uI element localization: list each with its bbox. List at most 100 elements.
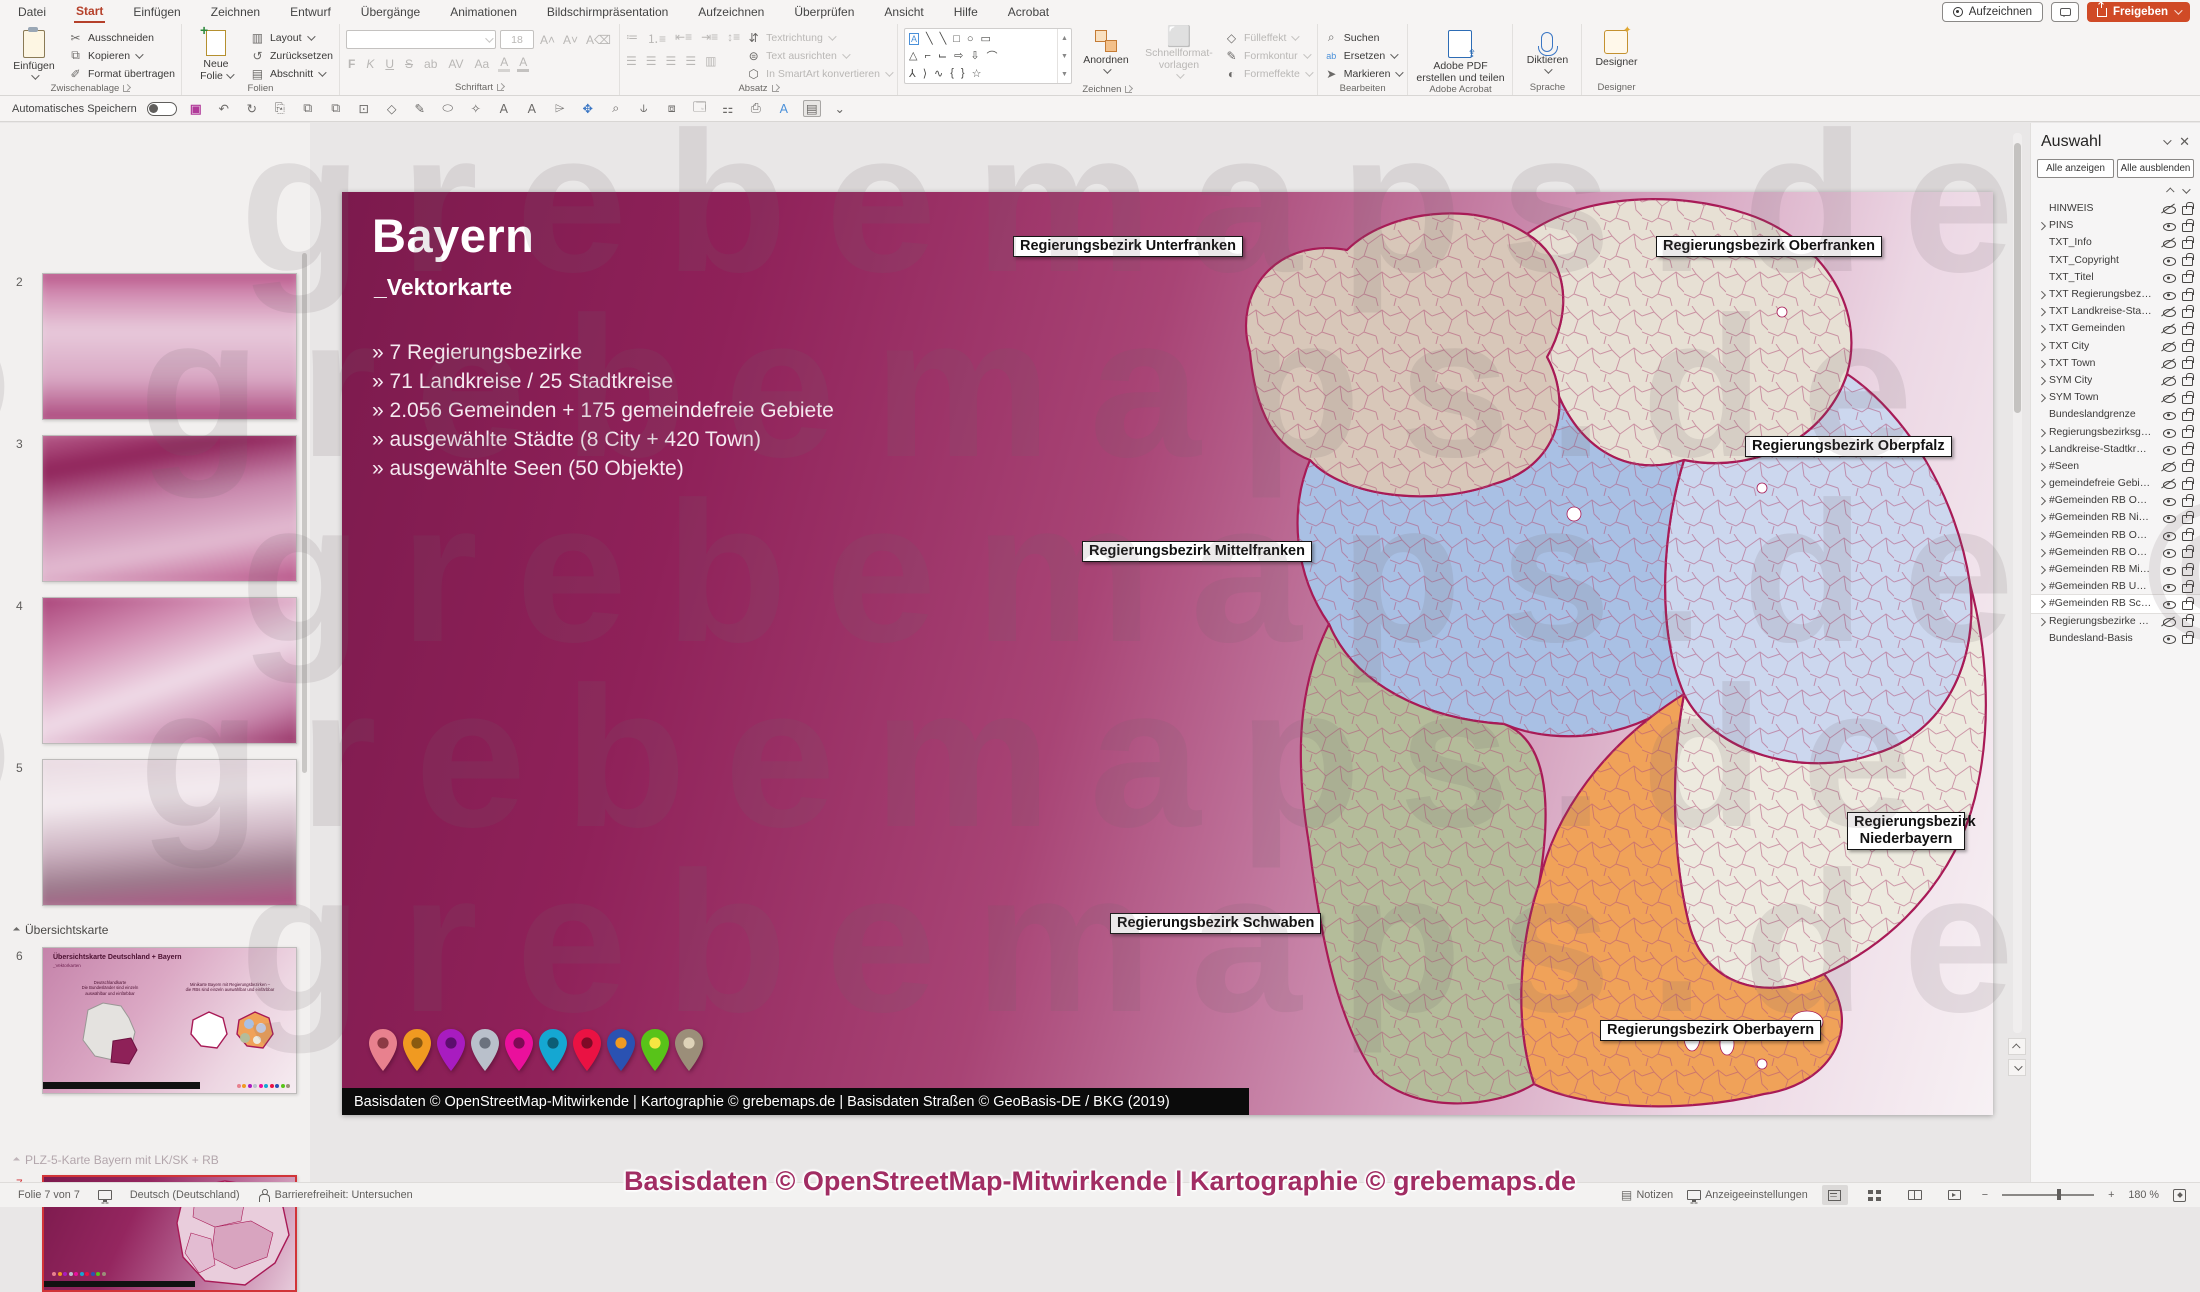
zoom-in-button[interactable]: +	[2108, 1189, 2114, 1201]
lock-open-icon[interactable]	[2182, 356, 2194, 370]
layer-row[interactable]: TXT Landkreise-Stadtkreise	[2031, 303, 2200, 320]
layer-row[interactable]: #Gemeinden RB Unterfrank...	[2031, 578, 2200, 595]
layer-row[interactable]: #Gemeinden RB Oberpfalz	[2031, 527, 2200, 544]
slide-thumbnail-4[interactable]	[42, 597, 297, 744]
expand-chevron-icon[interactable]	[2036, 271, 2049, 284]
zoom-slider-handle[interactable]	[2057, 1189, 2061, 1200]
close-icon[interactable]: ✕	[2179, 134, 2190, 150]
layer-row[interactable]: #Gemeinden RB Schwaben	[2031, 595, 2200, 612]
autosave-toggle[interactable]	[147, 102, 177, 116]
slide-title[interactable]: Bayern	[372, 208, 534, 263]
lock-open-icon[interactable]	[2182, 408, 2194, 422]
layer-row[interactable]: SYM City	[2031, 372, 2200, 389]
reading-view-button[interactable]	[1902, 1185, 1928, 1205]
visibility-eye-icon[interactable]	[2161, 202, 2176, 215]
expand-chevron-icon[interactable]	[2036, 563, 2049, 576]
bullet-item[interactable]: » 7 Regierungsbezirke	[372, 338, 834, 367]
previous-slide-button[interactable]	[2008, 1038, 2026, 1055]
lock-open-icon[interactable]	[2182, 202, 2194, 216]
visibility-eye-icon[interactable]	[2161, 271, 2176, 284]
label-oberpfalz[interactable]: Regierungsbezirk Oberpfalz	[1745, 436, 1952, 457]
bullet-item[interactable]: » ausgewählte Seen (50 Objekte)	[372, 454, 834, 483]
menu-bildschirmpraesentation[interactable]: Bildschirmpräsentation	[545, 2, 670, 22]
visibility-eye-icon[interactable]	[2161, 580, 2176, 593]
menu-hilfe[interactable]: Hilfe	[952, 2, 980, 22]
visibility-eye-icon[interactable]	[2161, 357, 2176, 370]
decrease-indent-button[interactable]: ⇤≡	[675, 30, 692, 47]
zoom-out-button[interactable]: −	[1982, 1189, 1988, 1201]
layer-row[interactable]: TXT City	[2031, 338, 2200, 355]
slide-indicator[interactable]: Folie 7 von 7	[18, 1189, 80, 1201]
map-pin[interactable]	[640, 1028, 670, 1072]
shape-fill-button[interactable]: ◇Fülleffekt	[1224, 30, 1311, 45]
hide-all-button[interactable]: Alle ausblenden	[2117, 159, 2194, 178]
paste-button[interactable]: Einfügen	[6, 28, 62, 80]
layer-row[interactable]: SYM Town	[2031, 389, 2200, 406]
strikethrough-button[interactable]: S	[403, 57, 415, 71]
dictate-button[interactable]: Diktieren	[1519, 28, 1575, 74]
menu-start[interactable]: Start	[74, 1, 105, 23]
show-all-button[interactable]: Alle anzeigen	[2037, 159, 2114, 178]
align-left-button[interactable]: ☰	[626, 54, 637, 68]
smartart-button[interactable]: ⬡In SmartArt konvertieren	[746, 66, 891, 81]
layer-row[interactable]: #Seen	[2031, 458, 2200, 475]
layer-row[interactable]: TXT Gemeinden	[2031, 320, 2200, 337]
quick-styles-button[interactable]: ⬜ Schnellformat-vorlagen	[1140, 28, 1218, 79]
expand-chevron-icon[interactable]	[2036, 236, 2049, 249]
lock-open-icon[interactable]	[2182, 563, 2194, 577]
expand-chevron-icon[interactable]	[2036, 305, 2049, 318]
normal-view-button[interactable]	[1822, 1185, 1848, 1205]
layer-row[interactable]: TXT_Copyright	[2031, 252, 2200, 269]
expand-chevron-icon[interactable]	[2036, 443, 2049, 456]
lock-open-icon[interactable]	[2182, 391, 2194, 405]
visibility-eye-icon[interactable]	[2161, 632, 2176, 645]
menu-aufzeichnen[interactable]: Aufzeichnen	[696, 2, 766, 22]
slide-7-canvas[interactable]: Bayern _Vektorkarte » 7 Regierungsbezirk…	[342, 192, 1993, 1115]
numbering-button[interactable]: ⒈≡	[647, 30, 666, 47]
visibility-eye-icon[interactable]	[2161, 426, 2176, 439]
undo-icon[interactable]: ↶	[215, 101, 233, 116]
menu-uebergaenge[interactable]: Übergänge	[359, 2, 422, 22]
align-text-button[interactable]: ⊜Text ausrichten	[746, 48, 891, 63]
visibility-eye-icon[interactable]	[2161, 288, 2176, 301]
align-objects-icon[interactable]: ⫝	[635, 101, 653, 116]
format-painter-button[interactable]: ✐Format übertragen	[68, 66, 175, 81]
expand-chevron-icon[interactable]	[2036, 632, 2049, 645]
visibility-eye-icon[interactable]	[2161, 494, 2176, 507]
new-slide-button[interactable]: Neue Folie	[188, 28, 244, 82]
display-settings-button[interactable]: Anzeigeeinstellungen	[1687, 1189, 1808, 1201]
highlight-color-button[interactable]: A	[498, 55, 510, 72]
lock-open-icon[interactable]	[2182, 597, 2194, 611]
layer-row[interactable]: TXT Town	[2031, 355, 2200, 372]
move-icon[interactable]: ✥	[579, 101, 597, 116]
map-pin[interactable]	[504, 1028, 534, 1072]
expand-chevron-icon[interactable]	[2036, 288, 2049, 301]
selection-pane-toggle-icon[interactable]: ▤	[803, 100, 821, 117]
expand-chevron-icon[interactable]	[2036, 374, 2049, 387]
lock-open-icon[interactable]	[2182, 528, 2194, 542]
map-pin[interactable]	[436, 1028, 466, 1072]
visibility-eye-icon[interactable]	[2161, 340, 2176, 353]
justify-button[interactable]: ☰	[685, 54, 696, 68]
expand-chevron-icon[interactable]	[2036, 494, 2049, 507]
section-header-uebersichtskarte[interactable]: Übersichtskarte	[14, 923, 108, 937]
notes-button[interactable]: ▤ Notizen	[1620, 1188, 1673, 1203]
layer-row[interactable]: #Gemeinden RB Oberbayern	[2031, 492, 2200, 509]
find-button[interactable]: ⌕Suchen	[1324, 30, 1402, 45]
menu-datei[interactable]: Datei	[16, 2, 48, 22]
dialog-launcher-icon[interactable]	[497, 84, 504, 91]
layer-row[interactable]: Regierungsbezirksgrenzen	[2031, 423, 2200, 440]
lock-open-icon[interactable]	[2182, 477, 2194, 491]
zoom-icon[interactable]: ⌕	[607, 101, 625, 116]
change-case-button[interactable]: Aa	[473, 57, 492, 71]
layer-row[interactable]: TXT_Titel	[2031, 269, 2200, 286]
columns-button[interactable]: ▥	[705, 54, 716, 68]
label-oberfranken[interactable]: Regierungsbezirk Oberfranken	[1656, 236, 1882, 257]
lock-open-icon[interactable]	[2182, 339, 2194, 353]
layer-row[interactable]: Bundeslandgrenze	[2031, 406, 2200, 423]
eyedropper-icon[interactable]: ✧	[467, 101, 485, 116]
dialog-launcher-icon[interactable]	[772, 85, 779, 92]
map-pin[interactable]	[572, 1028, 602, 1072]
subscript-button[interactable]: ab	[422, 57, 439, 71]
gallery-scroll[interactable]: ▲▼▼	[1057, 29, 1071, 83]
